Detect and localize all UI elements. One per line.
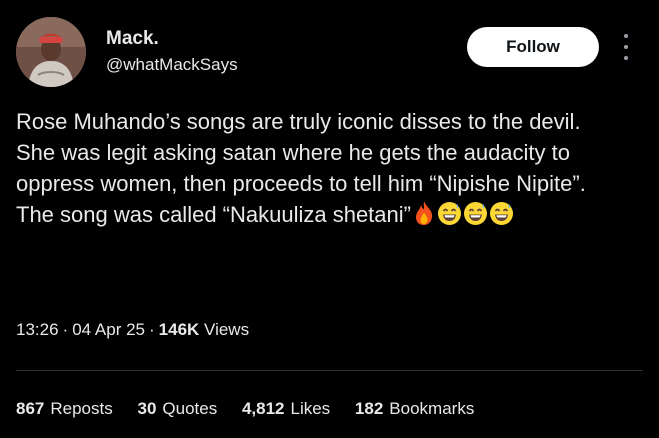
tweet-text: Rose Muhando’s songs are truly iconic di… (16, 106, 646, 234)
views-count: 146K (158, 320, 200, 339)
reposts-label: Reposts (50, 399, 113, 418)
views-label: Views (204, 320, 250, 339)
author-name[interactable]: Mack. (106, 28, 159, 50)
more-vertical-icon[interactable] (618, 34, 634, 60)
likes-label: Likes (290, 399, 331, 418)
bookmarks-label: Bookmarks (389, 399, 475, 418)
tweet-line: Rose Muhando’s songs are truly iconic di… (16, 109, 581, 134)
grinning-sweat-emoji (463, 201, 488, 234)
meta-separator: · (62, 320, 69, 339)
follow-button[interactable]: Follow (467, 27, 599, 67)
fire-emoji (412, 200, 436, 234)
reposts-stat[interactable]: 867 Reposts (16, 399, 113, 419)
reposts-count: 867 (16, 399, 45, 418)
engagement-stats: 867 Reposts 30 Quotes 4,812 Likes 182 Bookma… (16, 399, 474, 419)
meta-separator: · (149, 320, 155, 339)
bookmarks-count: 182 (354, 399, 384, 418)
tweet-meta: 13:26 · 04 Apr 25 · 146K Views (16, 320, 249, 340)
grinning-sweat-emoji (489, 201, 514, 234)
tweet-line-text: The song was called “Nakuuliza shetani” (16, 202, 411, 227)
grinning-sweat-emoji (437, 201, 462, 234)
likes-count: 4,812 (241, 399, 285, 418)
bookmarks-stat[interactable]: 182 Bookmarks (355, 399, 474, 419)
avatar[interactable] (16, 17, 86, 87)
tweet-date[interactable]: 04 Apr 25 (72, 320, 145, 339)
author-handle[interactable]: @whatMackSays (106, 55, 238, 75)
tweet-time[interactable]: 13:26 (16, 320, 59, 339)
quotes-stat[interactable]: 30 Quotes (137, 399, 217, 419)
quotes-label: Quotes (162, 399, 218, 418)
divider (16, 370, 643, 371)
tweet-line: The song was called “Nakuuliza shetani” (16, 199, 646, 234)
likes-stat[interactable]: 4,812 Likes (242, 399, 330, 419)
quotes-count: 30 (137, 399, 157, 418)
tweet-line: She was legit asking satan where he gets… (16, 140, 586, 196)
